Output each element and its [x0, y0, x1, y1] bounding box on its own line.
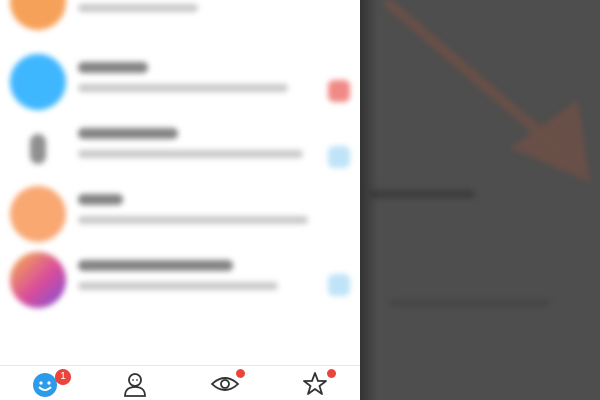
avatar: [10, 120, 66, 176]
chat-preview: [78, 150, 303, 158]
chat-row[interactable]: [0, 246, 360, 308]
unread-marker: [328, 146, 350, 168]
unread-marker: [328, 80, 350, 102]
bottom-tab-bar: 1: [0, 365, 360, 400]
unread-badge: 1: [55, 369, 71, 385]
chat-title: [78, 128, 178, 139]
chat-list-panel: 1: [0, 0, 360, 400]
chat-title: [78, 260, 233, 271]
notification-dot: [327, 369, 336, 378]
chat-row[interactable]: [0, 0, 360, 30]
tab-chats[interactable]: 1: [0, 366, 90, 400]
contacts-icon: [124, 372, 146, 397]
chat-row[interactable]: [0, 48, 360, 110]
chat-preview: [78, 4, 198, 12]
tab-contacts[interactable]: [90, 366, 180, 400]
chat-row[interactable]: [0, 180, 360, 242]
chat-preview: [78, 216, 308, 224]
avatar: [10, 252, 66, 308]
placeholder-line: [390, 300, 550, 306]
chat-preview: [78, 84, 288, 92]
tab-discover[interactable]: [180, 366, 270, 400]
panel-shadow: [360, 0, 378, 400]
notification-dot: [236, 369, 245, 378]
tab-favorites[interactable]: [270, 366, 360, 400]
avatar: [10, 0, 66, 30]
placeholder-line: [370, 190, 475, 198]
dimmed-overlay[interactable]: [360, 0, 600, 400]
chat-title: [78, 194, 123, 205]
arrow-icon: [381, 0, 590, 182]
chat-row[interactable]: [0, 114, 360, 176]
chat-list: [0, 0, 360, 365]
chat-title: [78, 62, 148, 73]
star-icon: [303, 371, 327, 395]
avatar: [10, 186, 66, 242]
unread-marker: [328, 274, 350, 296]
chat-preview: [78, 282, 278, 290]
avatar: [10, 54, 66, 110]
